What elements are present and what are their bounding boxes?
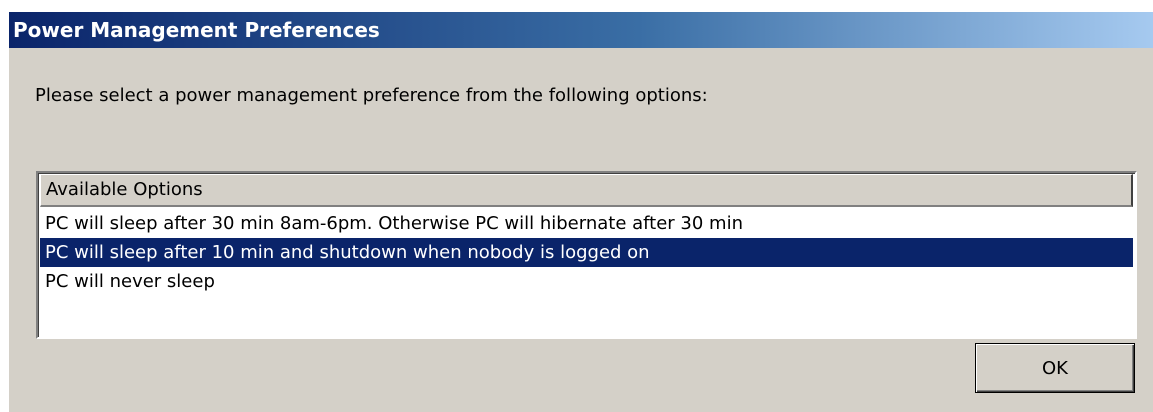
power-management-dialog: Power Management Preferences Please sele… — [8, 12, 1153, 412]
column-header-available-options[interactable]: Available Options — [40, 174, 1133, 207]
option-sleep-30-hibernate[interactable]: PC will sleep after 30 min 8am-6pm. Othe… — [40, 209, 1133, 238]
dialog-title-bar[interactable]: Power Management Preferences — [9, 12, 1153, 48]
option-sleep-10-shutdown[interactable]: PC will sleep after 10 min and shutdown … — [40, 238, 1133, 267]
instruction-text: Please select a power management prefere… — [35, 85, 708, 106]
dialog-title: Power Management Preferences — [13, 18, 380, 42]
ok-button[interactable]: OK — [975, 343, 1135, 393]
options-rows: PC will sleep after 30 min 8am-6pm. Othe… — [40, 209, 1133, 296]
options-list[interactable]: Available Options PC will sleep after 30… — [36, 171, 1137, 339]
option-never-sleep[interactable]: PC will never sleep — [40, 267, 1133, 296]
